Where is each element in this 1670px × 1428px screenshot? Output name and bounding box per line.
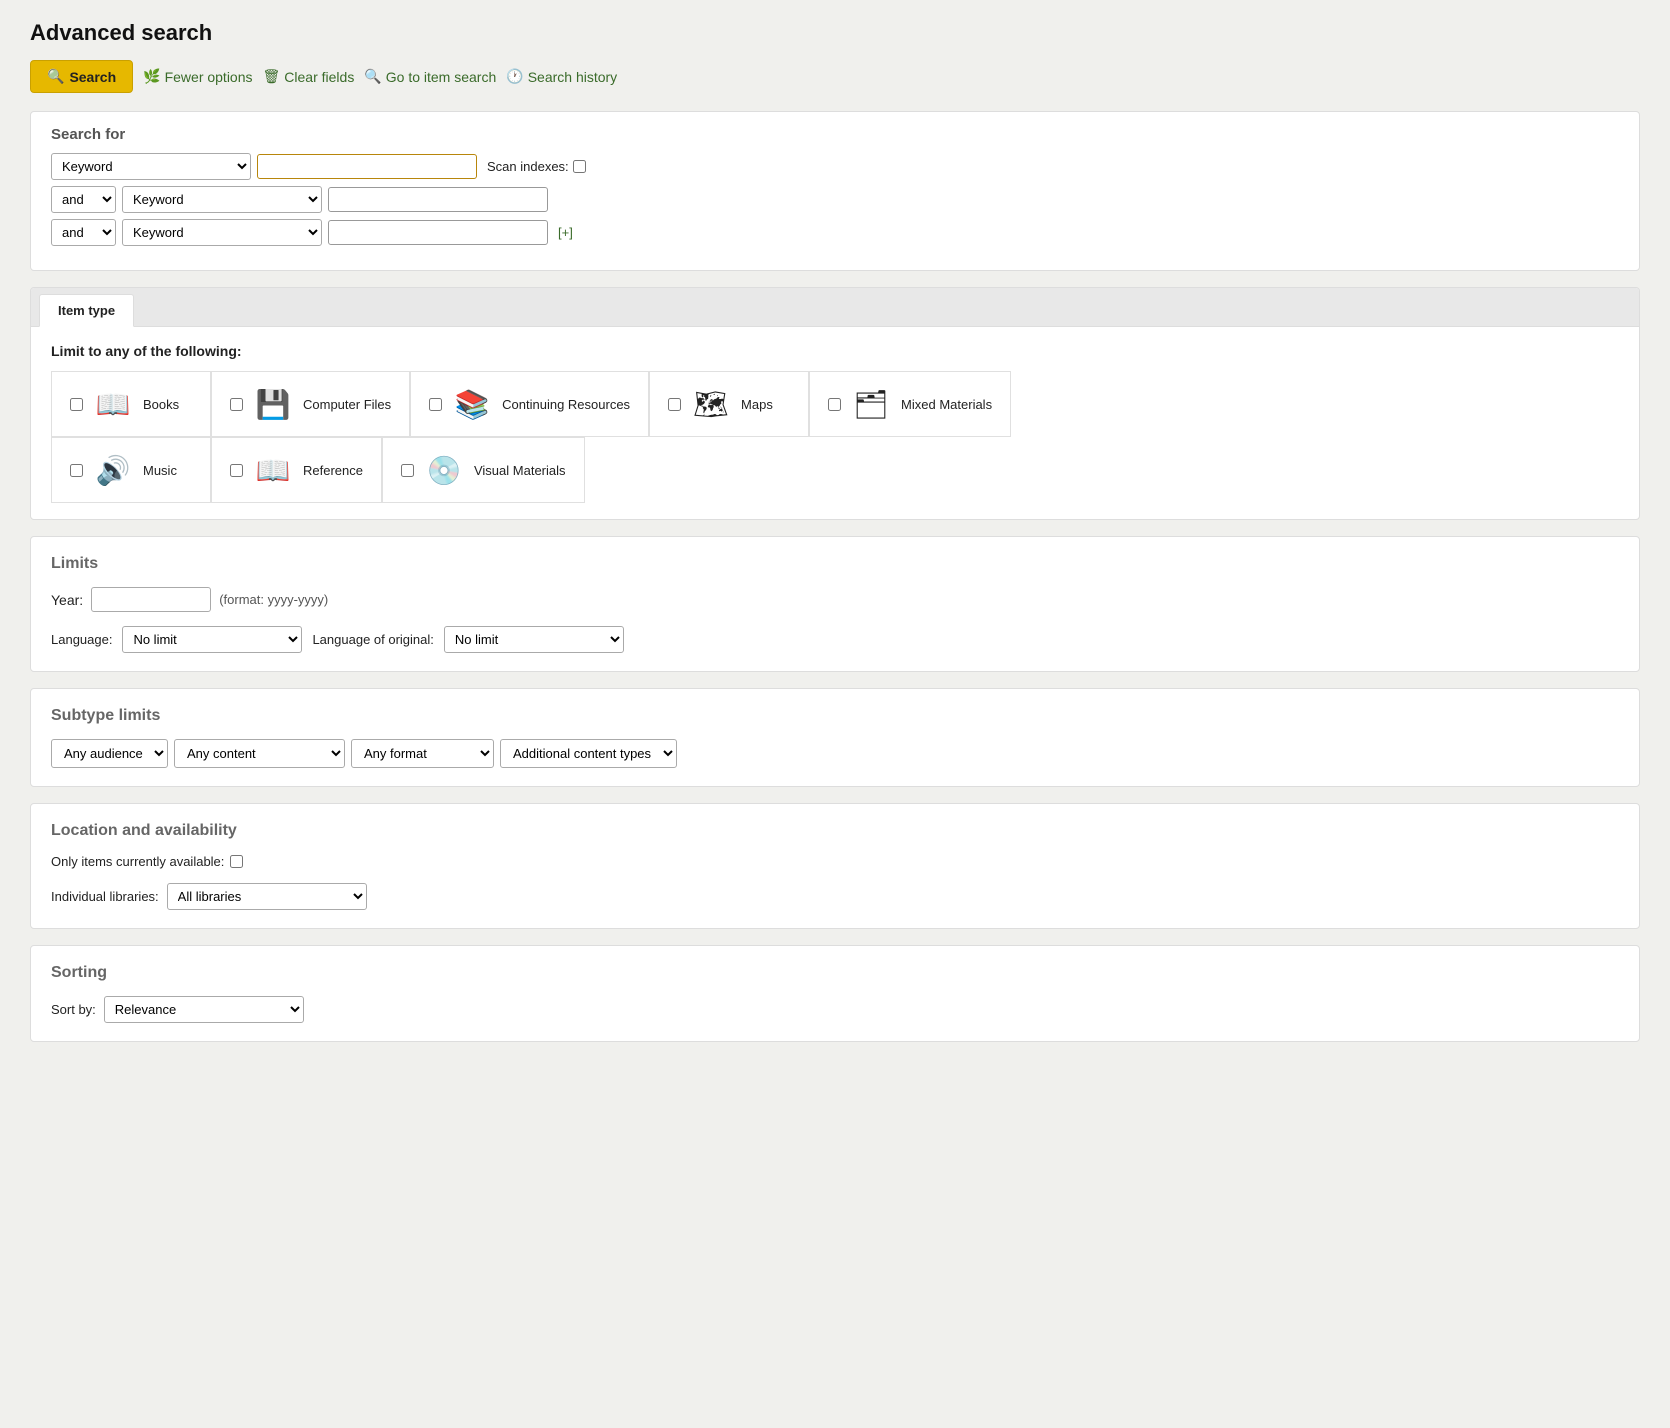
limit-title: Limit to any of the following:: [51, 343, 1619, 359]
search-icon: 🔍: [47, 68, 64, 85]
item-type-section: Item type Limit to any of the following:…: [30, 287, 1640, 520]
maps-label: Maps: [741, 397, 773, 412]
toolbar: 🔍 Search 🌿 Fewer options 🗑 Clear fields …: [30, 60, 1640, 93]
keyword-select-3[interactable]: Keyword Title Author Subject ISBN ISSN C…: [122, 219, 322, 246]
subtype-limits-title: Subtype limits: [51, 707, 1619, 725]
music-icon: 🔊: [89, 450, 137, 490]
search-history-icon: 🕐: [506, 68, 523, 85]
year-input[interactable]: [91, 587, 211, 612]
language-original-select[interactable]: No limit English French German Spanish I…: [444, 626, 624, 653]
search-for-section: Search for Keyword Title Author Subject …: [30, 111, 1640, 271]
maps-icon: 🗺: [687, 384, 735, 424]
additional-content-select[interactable]: Additional content types Thesis Governme…: [500, 739, 677, 768]
audience-select[interactable]: Any audience Juvenile Young adult Adult: [51, 739, 168, 768]
keyword-select-2[interactable]: Keyword Title Author Subject ISBN ISSN C…: [122, 186, 322, 213]
visual-materials-icon: 💿: [420, 450, 468, 490]
language-select[interactable]: No limit English French German Spanish I…: [122, 626, 302, 653]
scan-indexes-label: Scan indexes:: [487, 159, 586, 174]
scan-indexes-checkbox[interactable]: [573, 160, 586, 173]
visual-materials-label: Visual Materials: [474, 463, 566, 478]
reference-icon: 📖: [249, 450, 297, 490]
checkbox-maps[interactable]: [668, 398, 681, 411]
checkbox-continuing-resources[interactable]: [429, 398, 442, 411]
language-row: Language: No limit English French German…: [51, 626, 1619, 653]
go-to-item-search-icon: 🔍: [364, 68, 381, 85]
limits-section: Limits Year: (format: yyyy-yyyy) Languag…: [30, 536, 1640, 672]
checkbox-music[interactable]: [70, 464, 83, 477]
connector-select-2[interactable]: and or not: [51, 186, 116, 213]
location-section: Location and availability Only items cur…: [30, 803, 1640, 929]
item-maps: 🗺 Maps: [649, 371, 809, 437]
item-computer-files: 💾 Computer Files: [211, 371, 410, 437]
libraries-label: Individual libraries:: [51, 889, 159, 904]
search-row-2: and or not Keyword Title Author Subject …: [51, 186, 1619, 213]
checkbox-visual-materials[interactable]: [401, 464, 414, 477]
content-select[interactable]: Any content Fiction Non-fiction Biograph…: [174, 739, 345, 768]
search-history-button[interactable]: 🕐 Search history: [506, 68, 617, 85]
clear-fields-button[interactable]: 🗑 Clear fields: [263, 68, 355, 85]
search-input-3[interactable]: [328, 220, 548, 245]
language-original-label: Language of original:: [312, 632, 433, 647]
search-for-title: Search for: [51, 126, 1619, 143]
connector-select-3[interactable]: and or not: [51, 219, 116, 246]
keyword-select-1[interactable]: Keyword Title Author Subject ISBN ISSN C…: [51, 153, 251, 180]
continuing-resources-icon: 📚: [448, 384, 496, 424]
sorting-title: Sorting: [51, 964, 1619, 982]
language-label: Language:: [51, 632, 112, 647]
add-more-button[interactable]: [+]: [558, 225, 573, 240]
item-mixed-materials: 🗂 Mixed Materials: [809, 371, 1011, 437]
reference-label: Reference: [303, 463, 363, 478]
year-row: Year: (format: yyyy-yyyy): [51, 587, 1619, 612]
search-button[interactable]: 🔍 Search: [30, 60, 133, 93]
item-type-tab-button[interactable]: Item type: [39, 294, 134, 327]
libraries-row: Individual libraries: All libraries Main…: [51, 883, 1619, 910]
sort-row: Sort by: Relevance Title A-Z Title Z-A A…: [51, 996, 1619, 1023]
go-to-item-search-button[interactable]: 🔍 Go to item search: [364, 68, 496, 85]
search-row-3: and or not Keyword Title Author Subject …: [51, 219, 1619, 246]
fewer-options-icon: 🌿: [143, 68, 160, 85]
search-input-1[interactable]: [257, 154, 477, 179]
libraries-select[interactable]: All libraries Main Library Branch A Bran…: [167, 883, 367, 910]
item-music: 🔊 Music: [51, 437, 211, 503]
clear-fields-icon: 🗑: [263, 68, 281, 85]
subtype-limits-section: Subtype limits Any audience Juvenile You…: [30, 688, 1640, 787]
mixed-materials-label: Mixed Materials: [901, 397, 992, 412]
item-type-body: Limit to any of the following: 📖 Books 💾…: [31, 327, 1639, 519]
available-row: Only items currently available:: [51, 854, 1619, 869]
sorting-section: Sorting Sort by: Relevance Title A-Z Tit…: [30, 945, 1640, 1042]
fewer-options-button[interactable]: 🌿 Fewer options: [143, 68, 252, 85]
music-label: Music: [143, 463, 177, 478]
search-row-1: Keyword Title Author Subject ISBN ISSN C…: [51, 153, 1619, 180]
available-label: Only items currently available:: [51, 854, 224, 869]
subtype-row: Any audience Juvenile Young adult Adult …: [51, 739, 1619, 768]
checkbox-books[interactable]: [70, 398, 83, 411]
computer-files-icon: 💾: [249, 384, 297, 424]
item-reference: 📖 Reference: [211, 437, 382, 503]
item-continuing-resources: 📚 Continuing Resources: [410, 371, 649, 437]
checkbox-mixed-materials[interactable]: [828, 398, 841, 411]
sort-by-label: Sort by:: [51, 1002, 96, 1017]
year-format: (format: yyyy-yyyy): [219, 592, 328, 607]
item-type-grid-row2: 🔊 Music 📖 Reference 💿 Visual Materials: [51, 437, 1619, 503]
continuing-resources-label: Continuing Resources: [502, 397, 630, 412]
mixed-materials-icon: 🗂: [847, 384, 895, 424]
format-select[interactable]: Any format Print Large print Braille Ele…: [351, 739, 494, 768]
books-label: Books: [143, 397, 179, 412]
year-label: Year:: [51, 592, 83, 608]
checkbox-reference[interactable]: [230, 464, 243, 477]
available-checkbox[interactable]: [230, 855, 243, 868]
page-title: Advanced search: [30, 20, 1640, 46]
item-type-grid: 📖 Books 💾 Computer Files 📚 Continuing Re…: [51, 371, 1619, 437]
item-type-tab: Item type: [31, 288, 1639, 327]
search-input-2[interactable]: [328, 187, 548, 212]
books-icon: 📖: [89, 384, 137, 424]
computer-files-label: Computer Files: [303, 397, 391, 412]
checkbox-computer-files[interactable]: [230, 398, 243, 411]
item-visual-materials: 💿 Visual Materials: [382, 437, 585, 503]
location-title: Location and availability: [51, 822, 1619, 840]
limits-title: Limits: [51, 555, 1619, 573]
sort-select[interactable]: Relevance Title A-Z Title Z-A Author A-Z…: [104, 996, 304, 1023]
item-books: 📖 Books: [51, 371, 211, 437]
